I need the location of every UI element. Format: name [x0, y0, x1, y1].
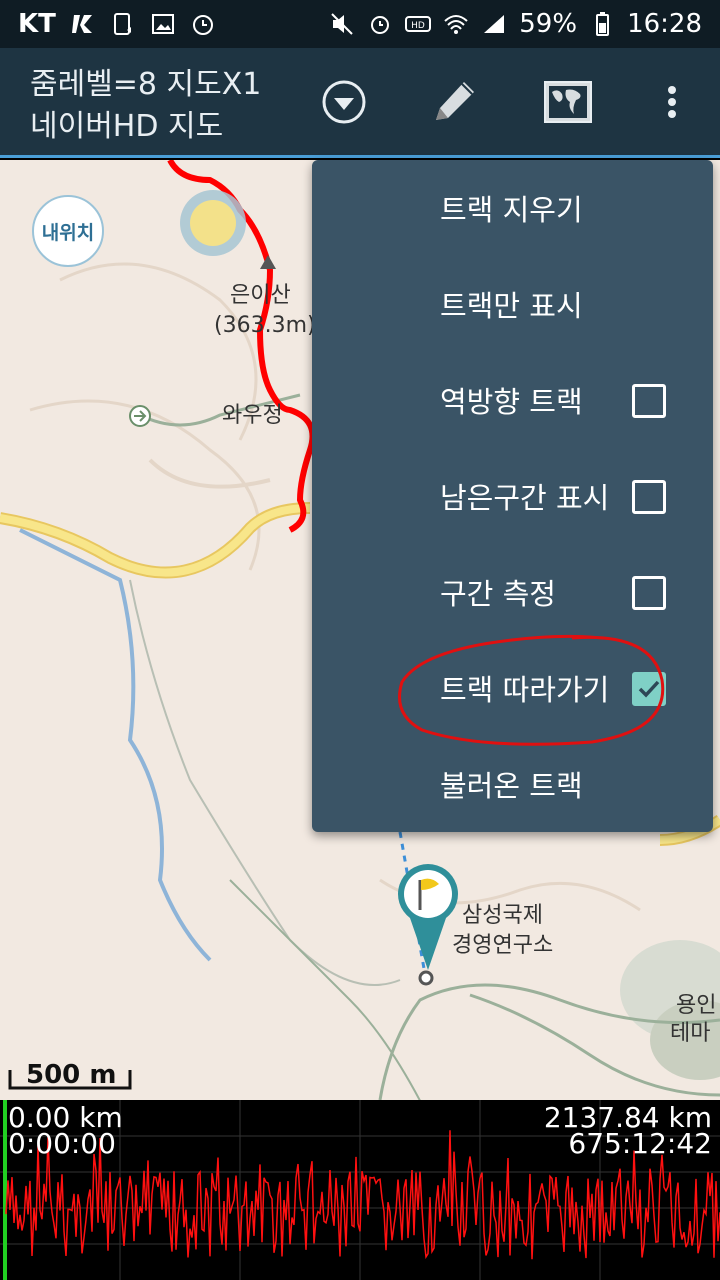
my-location-button[interactable]: 내위치 — [32, 195, 104, 267]
checkmark-icon — [638, 680, 660, 698]
section-measure-checkbox[interactable] — [632, 576, 666, 610]
svg-text:HD: HD — [411, 21, 425, 31]
edit-button[interactable] — [424, 72, 484, 132]
compass-inner — [190, 200, 236, 246]
more-vert-icon — [668, 86, 676, 118]
alarm-clock-icon — [190, 11, 216, 37]
menu-item-loaded-track[interactable]: 불러온 트랙 — [312, 736, 713, 832]
menu-item-label: 트랙 지우기 — [440, 193, 583, 227]
carrier-signal-icon — [70, 11, 96, 37]
menu-item-remaining-section[interactable]: 남은구간 표시 — [312, 448, 713, 544]
carrier-name: KT — [18, 9, 56, 39]
reverse-track-checkbox[interactable] — [632, 384, 666, 418]
pencil-icon — [436, 82, 474, 120]
dropdown-circle-icon — [322, 80, 366, 124]
image-icon — [150, 11, 176, 37]
menu-item-label: 역방향 트랙 — [440, 385, 583, 419]
app-bar: 줌레벨=8 지도X1 네이버HD 지도 — [0, 48, 720, 158]
menu-item-section-measure[interactable]: 구간 측정 — [312, 544, 713, 640]
yongin-label-1: 용인 — [676, 993, 717, 1018]
world-map-icon — [544, 81, 592, 123]
dropdown-button[interactable] — [314, 72, 374, 132]
map-provider-title: 네이버HD 지도 — [30, 109, 224, 144]
my-location-label: 내위치 — [41, 221, 95, 244]
elevation-label: (363.3m) — [214, 313, 316, 338]
mute-icon — [329, 11, 355, 37]
samsung-label-1: 삼성국제 — [462, 903, 543, 928]
alarm-icon — [367, 11, 393, 37]
sim-icon — [110, 11, 136, 37]
menu-item-label: 트랙만 표시 — [440, 289, 583, 323]
yongin-label-2: 테마 — [670, 1021, 711, 1046]
follow-track-checkbox[interactable] — [632, 672, 666, 706]
menu-item-follow-track[interactable]: 트랙 따라가기 — [312, 640, 713, 736]
signal-bars-icon — [481, 11, 507, 37]
zoom-level-title: 줌레벨=8 지도X1 — [30, 67, 262, 102]
status-bar: KT HD 59% 16:28 — [0, 0, 720, 48]
menu-item-label: 불러온 트랙 — [440, 769, 583, 803]
menu-item-reverse-track[interactable]: 역방향 트랙 — [312, 352, 713, 448]
battery-icon — [589, 11, 615, 37]
wau-label: 와우정 — [222, 403, 283, 428]
start-time: 0:00:00 — [8, 1127, 116, 1160]
compass-marker[interactable] — [180, 190, 246, 256]
hd-voice-icon: HD — [405, 11, 432, 37]
menu-item-clear-track[interactable]: 트랙 지우기 — [312, 160, 713, 256]
samsung-label-2: 경영연구소 — [452, 933, 554, 958]
menu-item-label: 남은구간 표시 — [440, 481, 610, 515]
elevation-graph[interactable]: 0.00 km 0:00:00 2137.84 km 675:12:42 — [0, 1100, 720, 1280]
remaining-section-checkbox[interactable] — [632, 480, 666, 514]
wifi-icon — [443, 11, 469, 37]
menu-item-track-only[interactable]: 트랙만 표시 — [312, 256, 713, 352]
map-select-button[interactable] — [538, 72, 598, 132]
flag-pin-icon[interactable] — [394, 860, 462, 990]
track-menu: 트랙 지우기 트랙만 표시 역방향 트랙 남은구간 표시 구간 측정 트랙 따라… — [312, 160, 713, 832]
mountain-label: 은이산 — [230, 283, 291, 308]
total-time: 675:12:42 — [568, 1127, 712, 1160]
battery-percent: 59% — [519, 9, 578, 39]
menu-item-label: 구간 측정 — [440, 577, 556, 611]
scale-label: 500 m — [26, 1060, 117, 1090]
map-title: 줌레벨=8 지도X1 네이버HD 지도 — [30, 64, 261, 148]
more-options-button[interactable] — [642, 72, 702, 132]
menu-item-label: 트랙 따라가기 — [440, 673, 610, 707]
clock: 16:28 — [627, 9, 702, 39]
